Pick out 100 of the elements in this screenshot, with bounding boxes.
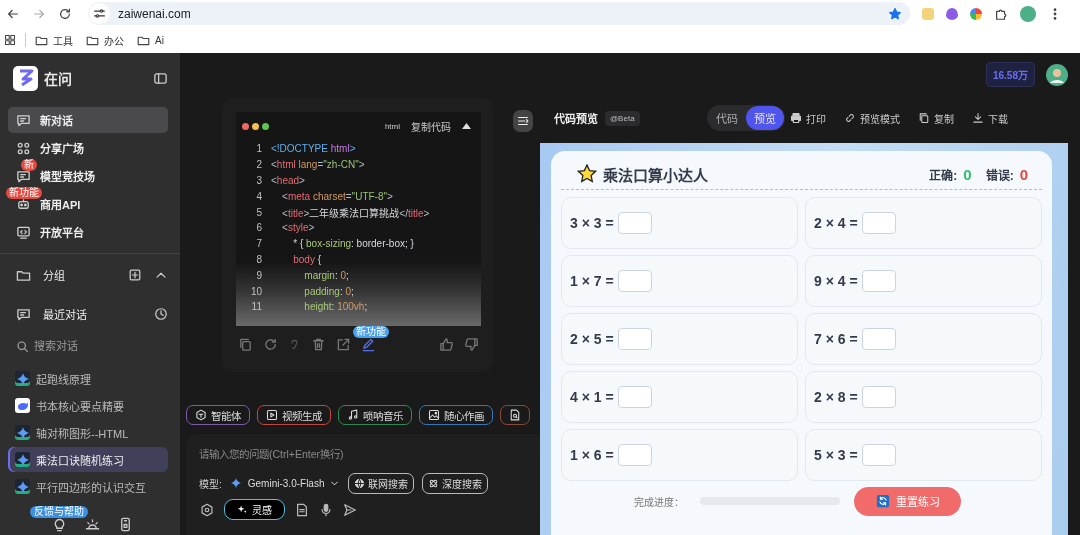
answer-field[interactable] xyxy=(617,444,652,466)
progress-label: 完成进度： xyxy=(634,495,684,509)
prompt-field[interactable]: 请输入您的问题(Ctrl+Enter换行) xyxy=(199,446,499,464)
window-dot xyxy=(252,122,259,130)
printer-icon xyxy=(790,112,802,124)
tool-chip[interactable]: 智能体 xyxy=(186,405,250,425)
view-tab[interactable]: 代码 xyxy=(707,106,746,130)
new-badge: 新功能 xyxy=(6,186,42,199)
toolbar-button[interactable]: 复制 xyxy=(918,110,954,126)
inspiration-button[interactable]: 灵感 xyxy=(224,499,285,520)
nav-item[interactable]: 开放平台 xyxy=(8,219,168,245)
thumbs-up-icon[interactable] xyxy=(439,336,454,352)
edit-icon[interactable] xyxy=(361,336,376,352)
hexagon-icon xyxy=(195,409,207,421)
code-line: padding: 0; xyxy=(303,285,354,297)
tool-chip[interactable]: 随心作画 xyxy=(419,405,493,425)
send-icon[interactable] xyxy=(343,502,357,517)
line-number: 1 xyxy=(255,143,262,155)
line-number: 11 xyxy=(250,301,262,313)
conversation-item[interactable]: 起跑线原理 xyxy=(8,366,168,391)
conversation-item[interactable]: 平行四边形的认识交互 xyxy=(8,474,168,499)
answer-field[interactable] xyxy=(861,328,896,350)
equation: 1 × 7 = xyxy=(570,273,614,289)
sunrise-icon[interactable] xyxy=(84,517,100,532)
thumbs-down-icon[interactable] xyxy=(464,336,479,352)
copy-code-link[interactable]: 复制代码 xyxy=(411,118,451,134)
outline-button[interactable] xyxy=(513,110,533,132)
puzzle-icon[interactable] xyxy=(994,6,1008,21)
grid-icon xyxy=(16,140,31,156)
brand-name: 在问 xyxy=(44,70,73,88)
conversation-item[interactable]: 乘法口诀随机练习 xyxy=(8,447,168,472)
sparkle-icon xyxy=(237,504,248,515)
code-line: * { box-sizing: border-box; } xyxy=(292,238,414,250)
tool-chip[interactable]: 唢呐音乐 xyxy=(338,405,412,425)
equation: 2 × 8 = xyxy=(814,389,858,405)
bookmark-folder[interactable]: Ai xyxy=(137,33,164,47)
link-icon xyxy=(844,112,856,124)
nav-item[interactable]: 新对话 xyxy=(8,107,168,133)
document-icon[interactable] xyxy=(295,502,309,517)
image-icon xyxy=(428,409,440,421)
window-dot xyxy=(242,122,249,130)
code-line: height: 100vh; xyxy=(303,301,368,313)
new-badge: 新 xyxy=(21,158,37,171)
ear-icon[interactable] xyxy=(288,337,301,351)
line-number: 7 xyxy=(255,238,262,250)
toolbar-button[interactable]: 下载 xyxy=(972,110,1008,126)
answer-field[interactable] xyxy=(617,386,652,408)
model-selector[interactable]: Gemini-3.0-Flash xyxy=(229,476,341,490)
wrong-count: 0 xyxy=(1019,165,1028,183)
settings-icon[interactable] xyxy=(200,502,214,517)
add-icon[interactable] xyxy=(128,268,142,282)
sidebar-toggle-icon[interactable] xyxy=(153,70,168,86)
color-wheel-icon[interactable] xyxy=(970,7,982,20)
equation: 2 × 4 = xyxy=(814,215,858,231)
logo-icon xyxy=(13,65,38,91)
line-number: 10 xyxy=(249,285,262,297)
answer-field[interactable] xyxy=(861,386,896,408)
equation: 5 × 3 = xyxy=(814,447,858,463)
conversation-item[interactable]: 轴对称图形--HTML xyxy=(8,420,168,445)
profile-avatar[interactable] xyxy=(1020,5,1036,22)
search-icon xyxy=(16,339,29,353)
collapse-triangle-icon[interactable] xyxy=(462,123,471,129)
reload-icon[interactable] xyxy=(58,6,72,21)
user-avatar[interactable] xyxy=(1046,63,1068,86)
apps-icon[interactable] xyxy=(4,34,16,46)
credits-badge[interactable]: 16.58万 xyxy=(985,62,1035,87)
answer-field[interactable] xyxy=(861,444,896,466)
search-mode-button[interactable]: 联网搜索 xyxy=(348,472,415,494)
address-bar[interactable]: zaiwenai.com xyxy=(88,2,910,25)
code-line: margin: 0; xyxy=(303,269,349,281)
delete-icon[interactable] xyxy=(311,336,326,352)
window-dot xyxy=(262,122,269,130)
code-line: <!DOCTYPE html> xyxy=(271,143,356,155)
whale-icon xyxy=(15,398,30,413)
bookmark-star-icon[interactable] xyxy=(888,6,902,21)
answer-field[interactable] xyxy=(617,328,652,350)
history-icon[interactable] xyxy=(154,307,168,321)
bookmark-folder[interactable]: 工具 xyxy=(35,32,73,48)
regenerate-icon[interactable] xyxy=(263,336,278,352)
copy-icon xyxy=(918,112,930,124)
tool-chip[interactable]: 视频生成 xyxy=(257,405,331,425)
microphone-icon[interactable] xyxy=(319,502,333,517)
search-field[interactable]: 搜索对话 xyxy=(34,340,154,352)
answer-field[interactable] xyxy=(861,270,896,292)
robot-icon xyxy=(16,196,31,212)
site-settings-icon[interactable] xyxy=(93,7,106,20)
bookmark-folder[interactable]: 办公 xyxy=(86,32,124,48)
toolbar-button[interactable]: 预览模式 xyxy=(844,110,900,126)
copy-icon[interactable] xyxy=(238,336,253,352)
tool-chip[interactable] xyxy=(500,405,530,425)
answer-field[interactable] xyxy=(617,270,652,292)
view-tab[interactable]: 预览 xyxy=(745,106,784,130)
share-icon[interactable] xyxy=(336,336,351,352)
toolbar-button[interactable]: 打印 xyxy=(790,110,826,126)
conversation-item[interactable]: 书本核心要点精要 xyxy=(8,393,168,418)
answer-field[interactable] xyxy=(617,212,652,234)
answer-field[interactable] xyxy=(861,212,896,234)
search-mode-button[interactable]: 深度搜索 xyxy=(422,472,489,494)
section-title: 分组 xyxy=(43,269,66,283)
correct-count: 0 xyxy=(963,165,972,183)
